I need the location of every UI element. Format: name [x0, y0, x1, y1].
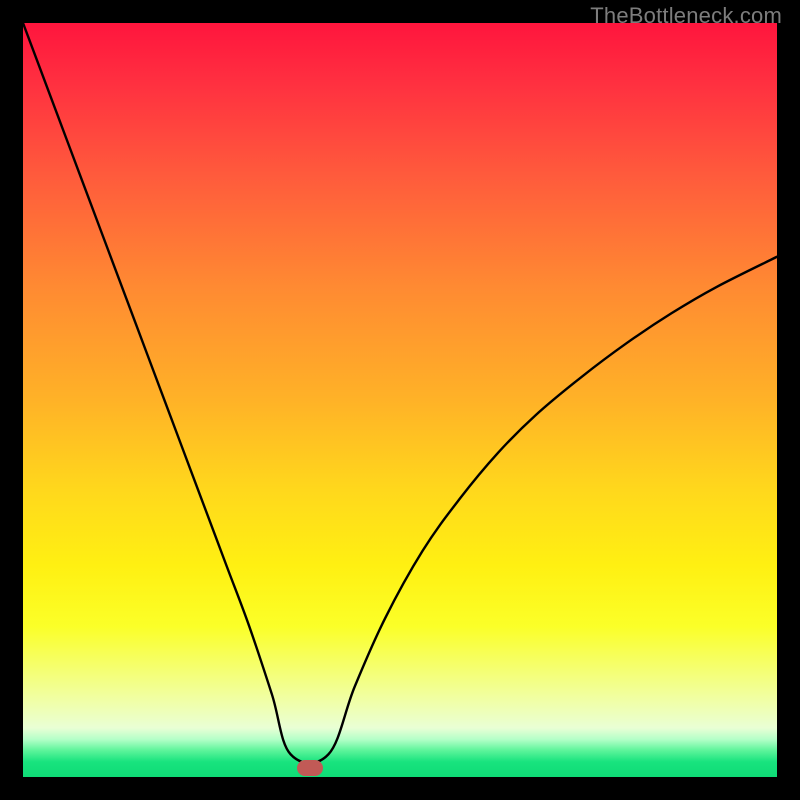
- optimal-point-marker: [297, 760, 323, 776]
- bottleneck-curve: [23, 23, 777, 777]
- chart-frame: TheBottleneck.com: [0, 0, 800, 800]
